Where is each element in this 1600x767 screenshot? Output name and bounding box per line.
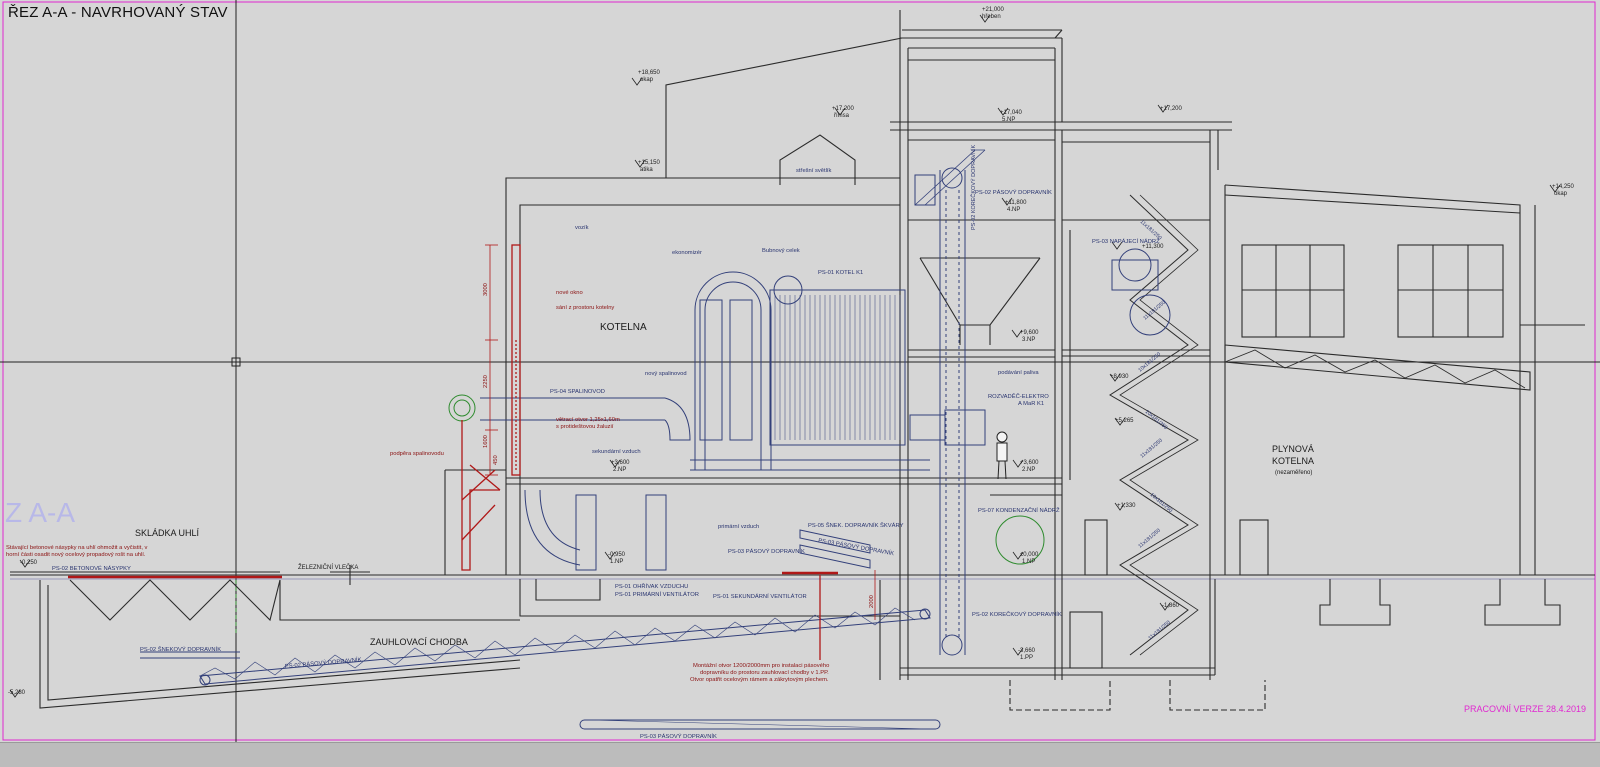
stair-label: 10x181/250: [1149, 492, 1174, 514]
room-label-plynova-2: KOTELNA: [1272, 456, 1314, 466]
level-5265: +5,265: [1115, 418, 1134, 424]
label-svetlik: střešní světlík: [796, 168, 832, 174]
label-kondenzacni: PS-07 KONDENZAČNÍ NÁDRŽ: [978, 506, 1060, 514]
level-18650: +18,650: [638, 70, 661, 76]
level-11800-note: 4.NP: [1007, 207, 1020, 213]
label-kotel: PS-01 KOTEL K1: [818, 270, 863, 276]
level-3600a-note: 2.NP: [613, 467, 626, 473]
level-0950: -0,950: [608, 552, 626, 558]
level-15150-note: atika: [640, 167, 653, 173]
label-snekovy: PS-02 ŠNEKOVÝ DOPRAVNÍK: [140, 646, 221, 653]
label-pasovy-top: PS-02 PÁSOVÝ DOPRAVNÍK: [975, 189, 1052, 196]
label-pasovy-dopr2: PS-03 PÁSOVÝ DOPRAVNÍK: [818, 537, 895, 557]
label-koreckovy-low: PS-02 KOREČKOVÝ DOPRAVNÍK: [972, 611, 1062, 618]
level-0950-note: 1.NP: [610, 559, 623, 565]
room-label-skladka: SKLÁDKA UHLÍ: [135, 528, 200, 538]
label-primarni-vent: PS-01 PRIMÁRNÍ VENTILÁTOR: [615, 591, 699, 598]
label-vetraci-2: s protideštovou žaluzií: [556, 424, 614, 430]
stair-label: 11x181/250: [1147, 620, 1171, 642]
status-bar: [0, 742, 1600, 767]
sheet-border: [2, 1, 1596, 741]
level-5280: -5,280: [8, 690, 26, 696]
dim-3000: 3000: [483, 283, 489, 296]
building-structure: [10, 10, 1595, 711]
level-14250: +14,250: [1552, 184, 1575, 190]
level-0250: -0,250: [20, 560, 38, 566]
level-3660: -3,660: [1018, 648, 1036, 654]
level-17200b: +17,200: [1160, 106, 1183, 112]
equipment: [140, 149, 1171, 730]
level-21000-note: hřeben: [982, 14, 1001, 20]
level-14250-note: okap: [1554, 191, 1568, 197]
version-stamp: PRACOVNÍ VERZE 28.4.2019: [1463, 704, 1586, 714]
level-17200a-note: římsa: [834, 113, 850, 119]
label-betonove: PS-02 BETONOVÉ NÁSYPKY: [52, 565, 131, 572]
level-1330: +1,330: [1117, 503, 1136, 509]
level-17040: +17,040: [1000, 110, 1023, 116]
label-sani: sání z prostoru kotelny: [556, 305, 614, 311]
label-zeleznicni: ŽELEZNIČNÍ VLEČKA: [298, 563, 358, 571]
drawing-title: ŘEZ A-A - NAVRHOVANÝ STAV: [8, 4, 228, 21]
label-vozik: vozík: [575, 225, 589, 231]
note-left-1: Stávající betonové násypky na uhlí ohmož…: [6, 545, 148, 551]
level-8930: +8,930: [1110, 374, 1129, 380]
room-label-zauhlovaci: ZAUHLOVACÍ CHODBA: [370, 637, 468, 647]
room-label-kotelna: KOTELNA: [600, 322, 647, 333]
level-18650-note: okap: [640, 77, 654, 83]
note-bottom-2: dopravníku do prostoru zauhlovací chodby…: [700, 670, 829, 676]
dim-2250: 2250: [483, 375, 489, 388]
drawing-sheet: KOTELNA SKLÁDKA UHLÍ ZAUHLOVACÍ CHODBA P…: [0, 0, 1600, 742]
note-left-2: horní části osadit nový ocelový propadov…: [6, 552, 146, 558]
level-9600: +9,600: [1020, 330, 1039, 336]
label-podavani: podávání paliva: [998, 370, 1039, 376]
level-0000: ±0,000: [1020, 552, 1039, 558]
label-ekonomizer: ekonomizér: [672, 250, 702, 256]
label-primarni-vzduch: primární vzduch: [718, 524, 759, 530]
level-21000: +21,000: [982, 7, 1005, 13]
label-spalinovod: PS-04 SPALINOVOD: [550, 389, 605, 395]
level-17040-note: 5.NP: [1002, 117, 1015, 123]
label-sekundarni-vzduch: sekundární vzduch: [592, 449, 641, 455]
level-15150: +15,150: [638, 160, 661, 166]
level-3600a: +3,600: [611, 460, 630, 466]
label-sekundarni-vent: PS-01 SEKUNDÁRNÍ VENTILÁTOR: [713, 593, 807, 600]
level-3600b: +3,600: [1020, 460, 1039, 466]
level-0000-note: 1.NP: [1022, 559, 1035, 565]
person-silhouette: [996, 431, 1008, 480]
label-snek-skvary: PS-05 ŠNEK. DOPRAVNÍK ŠKVÁRY: [808, 522, 904, 529]
level-1860: -1,860: [1162, 603, 1180, 609]
label-pasovy-bottom: PS-03 PÁSOVÝ DOPRAVNÍK: [640, 733, 717, 740]
label-vetraci-1: větrací otvor 1,25x1,60m: [556, 417, 620, 423]
label-pasovy-ramp: PS-02 PÁSOVÝ DOPRAVNÍK: [285, 656, 362, 670]
level-9600-note: 3.NP: [1022, 337, 1035, 343]
dim-450: 450: [493, 455, 499, 465]
label-rozvadec-2: A MaR K1: [1018, 401, 1044, 407]
note-bottom-3: Otvor opatřit ocelovým rámem a zákrytový…: [690, 677, 829, 683]
room-label-plynova-1: PLYNOVÁ: [1272, 444, 1314, 454]
label-koreckovy-vert: PS-02 KOREČKOVÝ DOPRAVNÍK: [970, 144, 977, 230]
stair-label: 10x181/250: [1144, 409, 1169, 431]
ghost-label: Z A-A: [5, 497, 75, 528]
note-bottom-1: Montážní otvor 1200/2000mm pro instalaci…: [693, 663, 829, 669]
label-rozvadec-1: ROZVADĚČ-ELEKTRO: [988, 392, 1049, 400]
label-bubnovy-celek: Bubnový celek: [762, 248, 800, 254]
section-drawing: KOTELNA SKLÁDKA UHLÍ ZAUHLOVACÍ CHODBA P…: [0, 0, 1600, 742]
label-pasovy-mid: PS-03 PÁSOVÝ DOPRAVNÍK: [728, 548, 805, 555]
stair-label: 11x181/250: [1137, 528, 1161, 550]
dim-1600: 1600: [483, 435, 489, 448]
level-11800: +11,800: [1005, 200, 1027, 206]
label-podpora: podpěra spalinovodu: [390, 451, 444, 457]
label-napajeci: PS-03 NAPÁJECÍ NÁDRŽ: [1092, 237, 1160, 245]
label-novy-spalinovod: nový spalinovod: [645, 371, 687, 377]
level-17200a: +17,200: [832, 106, 855, 112]
dimension-lines: [485, 244, 876, 620]
dim-2000: 2000: [869, 595, 875, 608]
level-3600b-note: 2.NP: [1022, 467, 1035, 473]
level-3660-note: 1.PP: [1020, 655, 1033, 661]
room-label-plynova-3: (nezaměřeno): [1275, 470, 1312, 476]
label-ohrivak: PS-01 OHŘÍVAK VZDUCHU: [615, 582, 688, 590]
label-nove-okno: nové okno: [556, 290, 583, 296]
